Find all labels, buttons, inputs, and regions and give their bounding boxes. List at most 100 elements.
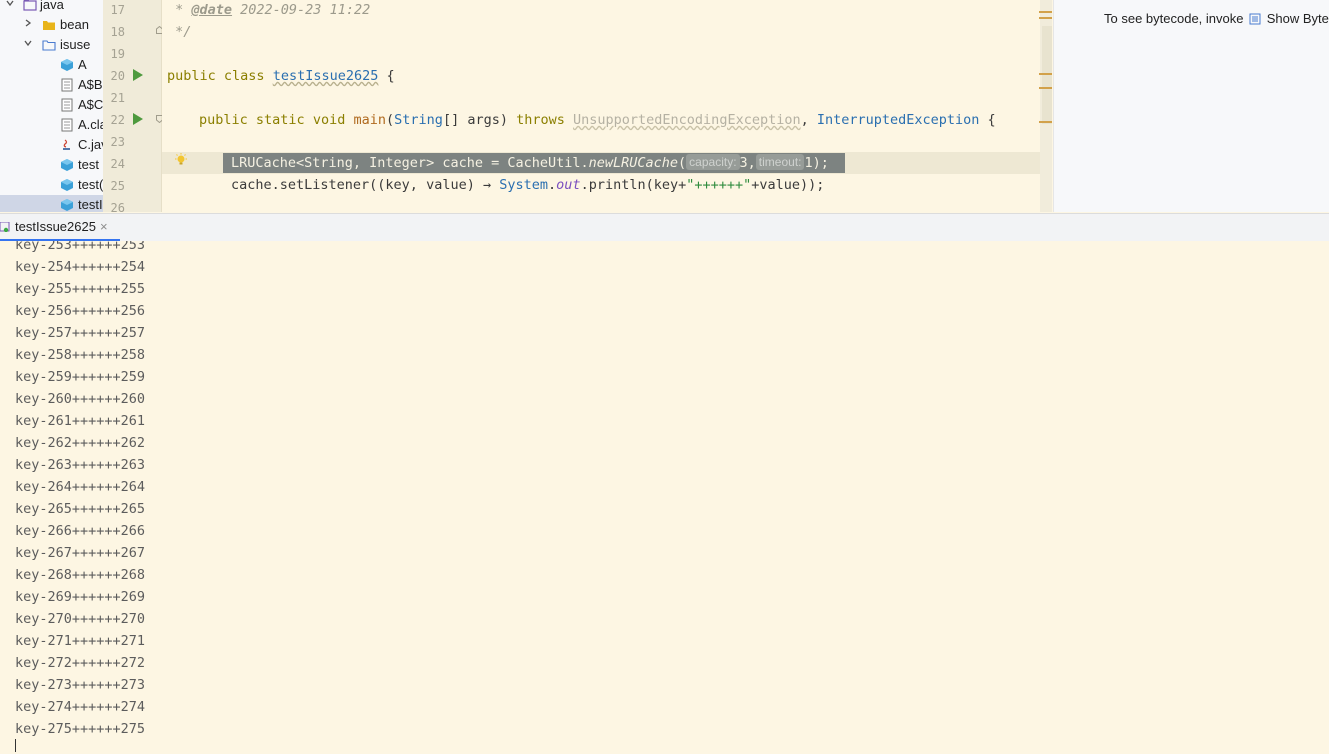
console-line: key-268++++++268 bbox=[15, 567, 146, 583]
console-line: key-254++++++254 bbox=[15, 259, 146, 275]
console-line: key-270++++++270 bbox=[15, 611, 146, 627]
tree-item-file[interactable]: test bbox=[0, 155, 103, 175]
project-tree: java bean isuse A A$B A$C A.cla C.jav te… bbox=[0, 0, 103, 212]
line-number: 22 bbox=[110, 113, 125, 127]
console-line: key-255++++++255 bbox=[15, 281, 146, 297]
tree-item-file[interactable]: A$B bbox=[0, 75, 103, 95]
warning-marker[interactable] bbox=[1039, 73, 1052, 75]
console-line: key-258++++++258 bbox=[15, 347, 146, 363]
tree-item-label: testI bbox=[78, 197, 103, 212]
console-line: key-273++++++273 bbox=[15, 677, 146, 693]
run-config-icon bbox=[0, 222, 10, 232]
scrollbar-thumb[interactable] bbox=[1042, 26, 1052, 124]
code-line-25: cache.setListener((key, value) → System.… bbox=[231, 177, 825, 193]
run-main-icon[interactable] bbox=[133, 113, 143, 125]
console-line: key-272++++++272 bbox=[15, 655, 146, 671]
class-file-icon bbox=[61, 159, 73, 171]
tree-item-java[interactable]: java bbox=[0, 0, 103, 15]
class-file-icon bbox=[61, 59, 73, 71]
line-number: 21 bbox=[110, 91, 125, 105]
tree-item-label: C.jav bbox=[78, 137, 103, 152]
run-tool-tabbar: testIssue2625 × bbox=[0, 213, 1329, 242]
run-tab-label: testIssue2625 bbox=[15, 219, 96, 234]
tree-item-label: test( bbox=[78, 177, 103, 192]
binary-file-icon bbox=[61, 118, 73, 132]
bytecode-hint: To see bytecode, invoke Show Byte bbox=[1104, 11, 1329, 26]
code-line-17: * @date 2022-09-23 11:22 bbox=[167, 2, 371, 18]
tree-item-bean[interactable]: bean bbox=[0, 15, 103, 35]
console-line: key-262++++++262 bbox=[15, 435, 146, 451]
console-line: key-253++++++253 bbox=[15, 241, 146, 253]
close-icon[interactable]: × bbox=[100, 219, 108, 234]
tree-item-label: isuse bbox=[60, 37, 91, 52]
console-line: key-274++++++274 bbox=[15, 699, 146, 715]
line-number: 17 bbox=[110, 3, 125, 17]
param-hint: timeout: bbox=[755, 154, 805, 170]
console-line: key-261++++++261 bbox=[15, 413, 146, 429]
console-line: key-263++++++263 bbox=[15, 457, 146, 473]
bytecode-icon bbox=[1249, 13, 1261, 25]
package-folder-icon bbox=[42, 40, 56, 51]
console-line: key-259++++++259 bbox=[15, 369, 146, 385]
source-folder-icon bbox=[23, 0, 37, 11]
line-number: 24 bbox=[110, 157, 125, 171]
bytecode-panel: To see bytecode, invoke Show Byte bbox=[1053, 0, 1329, 212]
line-number: 19 bbox=[110, 47, 125, 61]
class-file-icon bbox=[61, 199, 73, 211]
editor-gutter: 17 18 19 20 21 22 23 24 25 26 bbox=[103, 0, 163, 215]
code-line-24: LRUCache<String, Integer> cache = CacheU… bbox=[231, 154, 829, 171]
binary-file-icon bbox=[61, 78, 73, 92]
console-line: key-275++++++275 bbox=[15, 721, 146, 737]
code-line-20: public class testIssue2625 { bbox=[167, 68, 395, 84]
console-line: key-260++++++260 bbox=[15, 391, 146, 407]
code-line-22: public static void main(String[] args) t… bbox=[199, 112, 996, 128]
console-line: key-269++++++269 bbox=[15, 589, 146, 605]
console-line: key-271++++++271 bbox=[15, 633, 146, 649]
tree-item-file[interactable]: C.jav bbox=[0, 135, 103, 155]
line-number: 23 bbox=[110, 135, 125, 149]
bytecode-hint-text: To see bytecode, invoke bbox=[1104, 11, 1244, 26]
code-line-18: */ bbox=[167, 24, 192, 40]
chevron-down-icon[interactable] bbox=[6, 0, 14, 7]
tree-item-label: java bbox=[40, 0, 64, 12]
console-line: key-266++++++266 bbox=[15, 523, 146, 539]
tree-item-isuse[interactable]: isuse bbox=[0, 35, 103, 55]
warning-marker[interactable] bbox=[1039, 17, 1052, 19]
class-file-icon bbox=[61, 179, 73, 191]
tree-item-label: A bbox=[78, 57, 87, 72]
console-caret bbox=[15, 739, 16, 752]
code-editor[interactable]: * @date 2022-09-23 11:22 */ public class… bbox=[162, 0, 1040, 212]
warning-marker[interactable] bbox=[1039, 121, 1052, 123]
warning-marker[interactable] bbox=[1039, 87, 1052, 89]
tree-item-file[interactable]: test( bbox=[0, 175, 103, 195]
run-tab[interactable]: testIssue2625 × bbox=[0, 214, 120, 241]
chevron-right-icon[interactable] bbox=[24, 19, 32, 27]
show-bytecode-action[interactable]: Show Byte bbox=[1267, 11, 1329, 26]
tree-item-file-selected[interactable]: testI bbox=[0, 195, 103, 212]
console-line: key-267++++++267 bbox=[15, 545, 146, 561]
tree-item-label: A$C bbox=[78, 97, 103, 112]
tree-item-label: A$B bbox=[78, 77, 103, 92]
package-folder-icon bbox=[43, 21, 55, 30]
line-number: 25 bbox=[110, 179, 125, 193]
run-class-icon[interactable] bbox=[133, 69, 143, 81]
java-file-icon bbox=[63, 139, 70, 150]
console-output[interactable]: key-253++++++253 key-254++++++254 key-255+… bbox=[0, 241, 1329, 754]
console-line: key-256++++++256 bbox=[15, 303, 146, 319]
tree-item-label: test bbox=[78, 157, 99, 172]
console-line: key-257++++++257 bbox=[15, 325, 146, 341]
line-number: 18 bbox=[110, 25, 125, 39]
line-number: 20 bbox=[110, 69, 125, 83]
tree-item-label: bean bbox=[60, 17, 89, 32]
console-line: key-264++++++264 bbox=[15, 479, 146, 495]
tree-item-label: A.cla bbox=[78, 117, 103, 132]
warning-marker[interactable] bbox=[1039, 11, 1052, 13]
tree-item-file[interactable]: A$C bbox=[0, 95, 103, 115]
tree-item-file[interactable]: A.cla bbox=[0, 115, 103, 135]
param-hint: capacity: bbox=[686, 154, 740, 170]
binary-file-icon bbox=[61, 98, 73, 112]
tree-item-file[interactable]: A bbox=[0, 55, 103, 75]
chevron-down-icon[interactable] bbox=[24, 39, 32, 47]
lightbulb-icon[interactable] bbox=[174, 153, 188, 167]
console-line: key-265++++++265 bbox=[15, 501, 146, 517]
